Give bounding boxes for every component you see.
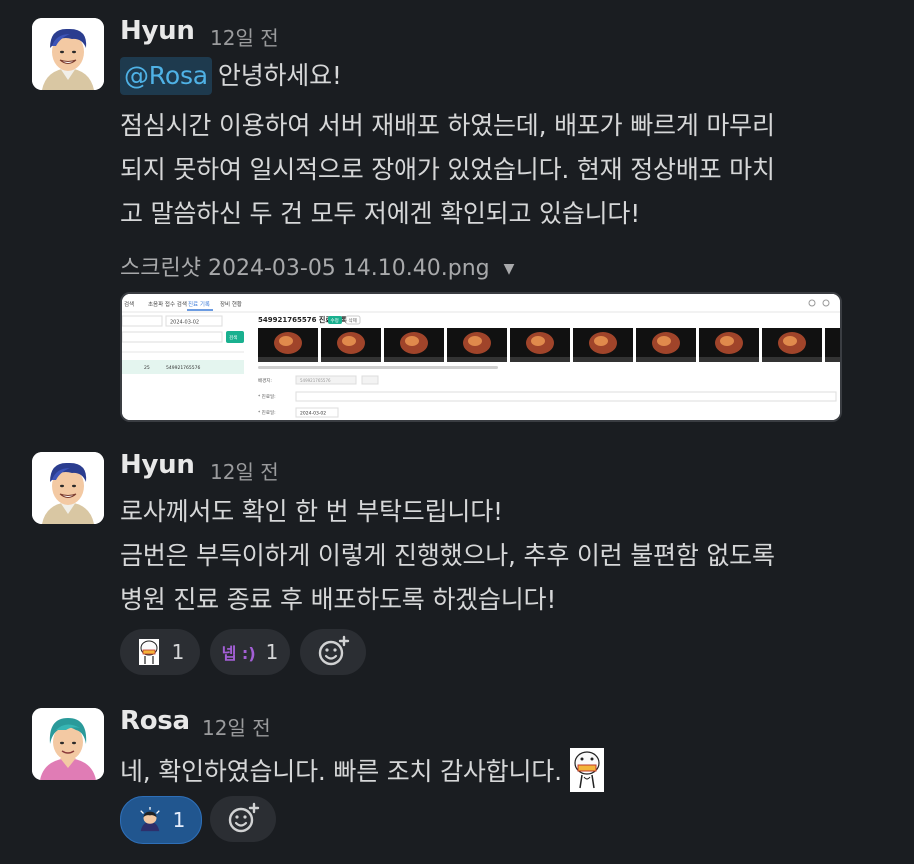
preview-tab: 진료 기록 bbox=[188, 300, 210, 308]
bow-icon bbox=[137, 807, 163, 833]
reaction-count: 1 bbox=[171, 640, 185, 664]
chevron-down-icon[interactable]: ▼ bbox=[504, 261, 515, 277]
ultrasound-highlight bbox=[468, 336, 482, 346]
message-text-line: 로사께서도 확인 한 번 부탁드립니다! bbox=[120, 497, 503, 526]
preview-tab: 검색 bbox=[124, 300, 134, 308]
attachment-image-preview[interactable]: 검색 초음파 접수 검색 진료 기록 장비 현황 2024-03-02 검색 2… bbox=[120, 292, 842, 422]
ultrasound-highlight bbox=[531, 336, 545, 346]
message-text-line: @Rosa 안녕하세요! bbox=[120, 56, 342, 95]
ultrasound-thumbnails bbox=[258, 328, 840, 362]
author-name[interactable]: Rosa bbox=[120, 706, 190, 736]
preview-date: 2024-03-02 bbox=[170, 320, 199, 326]
preview-search-button: 검색 bbox=[229, 334, 237, 341]
message-text-line: 점심시간 이용하여 서버 재배포 하였는데, 배포가 빠르게 마무리 bbox=[120, 111, 775, 140]
svg-text:삭제: 삭제 bbox=[349, 317, 357, 324]
ultrasound-thumbnail bbox=[825, 328, 840, 362]
reaction-bow[interactable]: 1 bbox=[120, 796, 202, 844]
reaction-count: 1 bbox=[265, 640, 279, 664]
ultrasound-caption-bar bbox=[573, 357, 633, 362]
ultrasound-highlight bbox=[783, 336, 797, 346]
message-text-line: 병원 진료 종료 후 배포하도록 하겠습니다! bbox=[120, 585, 557, 614]
svg-text:2024-03-02: 2024-03-02 bbox=[300, 411, 326, 417]
ultrasound-caption-bar bbox=[636, 357, 696, 362]
author-name[interactable]: Hyun bbox=[120, 450, 195, 480]
ultrasound-caption-bar bbox=[258, 357, 318, 362]
ultrasound-highlight bbox=[720, 336, 734, 346]
timestamp[interactable]: 12일 전 bbox=[202, 712, 271, 741]
ultrasound-caption-bar bbox=[762, 357, 822, 362]
sticker-icon bbox=[136, 639, 162, 665]
svg-text:* 진료일:: * 진료일: bbox=[258, 393, 276, 400]
reaction-text-emoji[interactable]: 넵 :) 1 bbox=[210, 629, 290, 675]
author-name[interactable]: Hyun bbox=[120, 16, 195, 46]
svg-text:배경지:: 배경지: bbox=[258, 377, 272, 384]
avatar-rosa[interactable] bbox=[32, 708, 104, 780]
add-emoji-icon bbox=[318, 635, 350, 666]
avatar-hyun[interactable] bbox=[32, 452, 104, 524]
preview-patient-id: 549921765576 bbox=[166, 365, 200, 371]
preview-tab: 장비 현황 bbox=[220, 300, 242, 308]
message-text-line: 금번은 부득이하게 이렇게 진행했으나, 추후 이런 불편함 없도록 bbox=[120, 541, 775, 570]
svg-text:549921765576: 549921765576 bbox=[300, 378, 331, 383]
svg-text:수정: 수정 bbox=[331, 317, 339, 324]
preview-tab: 초음파 접수 검색 bbox=[148, 300, 187, 308]
user-mention[interactable]: @Rosa bbox=[120, 57, 212, 95]
timestamp[interactable]: 12일 전 bbox=[210, 22, 279, 51]
reaction-count: 1 bbox=[172, 808, 186, 832]
reaction-sticker[interactable]: 1 bbox=[120, 629, 200, 675]
preview-row-index: 25 bbox=[144, 365, 150, 371]
emoji-text: 넵 :) bbox=[221, 644, 256, 663]
ultrasound-caption-bar bbox=[510, 357, 570, 362]
ultrasound-highlight bbox=[657, 336, 671, 346]
svg-text:* 진료일:: * 진료일: bbox=[258, 409, 276, 416]
message-text-line: 네, 확인하였습니다. 빠른 조치 감사합니다. bbox=[120, 748, 604, 798]
ultrasound-caption-bar bbox=[384, 357, 444, 362]
ultrasound-caption-bar bbox=[321, 357, 381, 362]
attachment-filename[interactable]: 스크린샷 2024-03-05 14.10.40.png ▼ bbox=[120, 250, 514, 282]
ultrasound-caption-bar bbox=[825, 357, 840, 362]
add-reaction-button[interactable] bbox=[210, 796, 276, 842]
ultrasound-highlight bbox=[342, 336, 356, 346]
ultrasound-highlight bbox=[594, 336, 608, 346]
ultrasound-caption-bar bbox=[447, 357, 507, 362]
timestamp[interactable]: 12일 전 bbox=[210, 456, 279, 485]
avatar-hyun[interactable] bbox=[32, 18, 104, 90]
add-reaction-button[interactable] bbox=[300, 629, 366, 675]
message-text-line: 되지 못하여 일시적으로 장애가 있었습니다. 현재 정상배포 마치 bbox=[120, 155, 775, 184]
sticker-icon bbox=[569, 748, 604, 798]
ultrasound-highlight bbox=[405, 336, 419, 346]
ultrasound-caption-bar bbox=[699, 357, 759, 362]
ultrasound-highlight bbox=[279, 336, 293, 346]
add-emoji-icon bbox=[228, 802, 260, 833]
message-text-line: 고 말씀하신 두 건 모두 저에겐 확인되고 있습니다! bbox=[120, 199, 641, 228]
